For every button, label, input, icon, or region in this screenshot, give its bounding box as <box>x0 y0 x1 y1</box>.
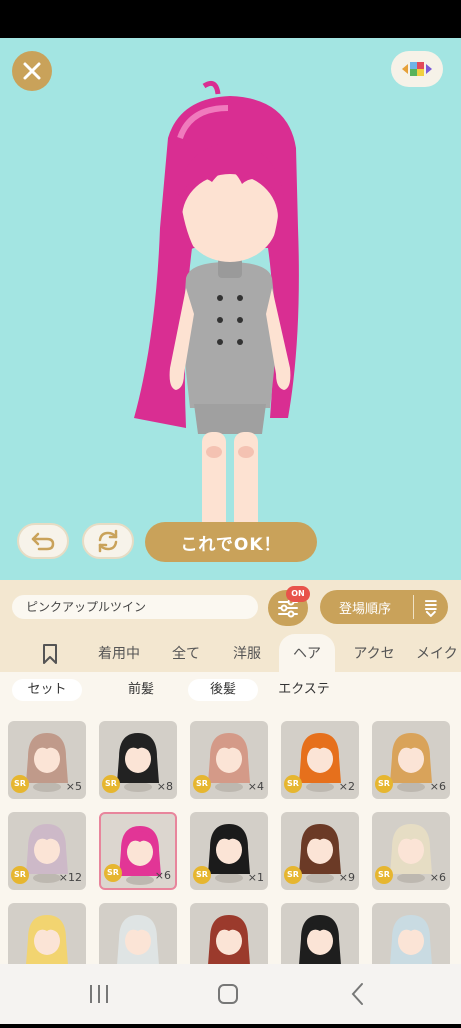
hair-item-card[interactable]: SR ×9 <box>281 812 359 890</box>
item-count: ×8 <box>156 780 173 793</box>
bookmark-icon <box>43 644 57 664</box>
back-icon[interactable] <box>351 983 363 1005</box>
hair-item-card[interactable]: SR ×4 <box>190 721 268 799</box>
category-tabs: 着用中 全て 洋服 ヘア アクセ メイク <box>0 634 461 672</box>
tab-wearing[interactable]: 着用中 <box>88 634 150 672</box>
recent-apps-icon[interactable] <box>90 985 108 1003</box>
close-button[interactable] <box>12 51 52 91</box>
filter-on-badge: ON <box>286 586 310 602</box>
tab-clothes[interactable]: 洋服 <box>220 634 274 672</box>
reset-button[interactable] <box>82 523 134 559</box>
hair-item-card[interactable] <box>8 903 86 964</box>
palette-icon <box>402 62 432 76</box>
item-count: ×12 <box>58 871 82 884</box>
rarity-badge: SR <box>284 775 302 793</box>
rarity-badge: SR <box>11 866 29 884</box>
item-count: ×5 <box>65 780 82 793</box>
item-count: ×2 <box>338 780 355 793</box>
confirm-ok-button[interactable]: これでOK！ <box>145 522 317 562</box>
rarity-badge: SR <box>11 775 29 793</box>
rarity-badge: SR <box>193 866 211 884</box>
rarity-badge: SR <box>284 866 302 884</box>
home-icon[interactable] <box>218 984 238 1004</box>
item-count: ×1 <box>247 871 264 884</box>
color-palette-button[interactable] <box>391 51 443 87</box>
refresh-icon <box>98 529 118 553</box>
rarity-badge: SR <box>193 775 211 793</box>
costume-name-field: ピンクアップルツイン <box>12 595 258 619</box>
rarity-badge: SR <box>102 775 120 793</box>
undo-button[interactable] <box>17 523 69 559</box>
rarity-badge: SR <box>375 775 393 793</box>
tab-makeup[interactable]: メイク <box>416 634 461 672</box>
sort-order-label: 登場順序 <box>339 601 392 617</box>
hair-item-card[interactable]: SR ×6 <box>99 812 177 890</box>
hair-subtabs: セット 前髪 後髪 エクステ <box>0 672 461 708</box>
nav-icons <box>90 983 363 1005</box>
tab-all[interactable]: 全て <box>160 634 212 672</box>
tab-hair[interactable]: ヘア <box>279 634 335 672</box>
hair-thumbnail <box>117 915 159 964</box>
item-count: ×6 <box>429 871 446 884</box>
sort-order-button[interactable]: 登場順序 <box>320 590 448 624</box>
hair-thumbnail <box>208 915 250 964</box>
hair-item-card[interactable]: SR ×12 <box>8 812 86 890</box>
hair-item-card[interactable]: SR ×5 <box>8 721 86 799</box>
item-grid: SR ×5 SR ×8 SR ×4 SR ×2 SR ×6 SR ×12 SR ×6 SR ×1 SR ×9 SR ×… <box>0 708 461 964</box>
undo-icon <box>31 532 55 551</box>
item-count: ×6 <box>154 869 171 882</box>
rarity-badge: SR <box>104 864 122 882</box>
android-nav-bar <box>0 964 461 1024</box>
item-count: ×9 <box>338 871 355 884</box>
subtab-back-hair[interactable]: 後髪 <box>188 679 258 701</box>
item-count: ×4 <box>247 780 264 793</box>
rarity-badge: SR <box>375 866 393 884</box>
avatar-figure <box>134 80 299 549</box>
avatar-stage: これでOK！ <box>0 38 461 580</box>
item-count: ×6 <box>429 780 446 793</box>
sort-icon <box>425 600 438 617</box>
subtab-extensions[interactable]: エクステ <box>268 679 340 701</box>
hair-thumbnail <box>299 915 341 964</box>
hair-item-card[interactable] <box>372 903 450 964</box>
hair-item-card[interactable]: SR ×6 <box>372 721 450 799</box>
hair-item-card[interactable]: SR ×1 <box>190 812 268 890</box>
subtab-bangs[interactable]: 前髪 <box>108 679 174 701</box>
subtab-set[interactable]: セット <box>12 679 82 701</box>
tab-accessories[interactable]: アクセ <box>342 634 406 672</box>
hair-item-card[interactable]: SR ×2 <box>281 721 359 799</box>
hair-item-card[interactable]: SR ×6 <box>372 812 450 890</box>
close-icon <box>23 62 41 80</box>
hair-item-card[interactable]: SR ×8 <box>99 721 177 799</box>
hair-item-card[interactable] <box>281 903 359 964</box>
tab-bookmark[interactable] <box>28 634 72 672</box>
status-bar <box>0 0 461 38</box>
hair-item-card[interactable] <box>99 903 177 964</box>
hair-thumbnail <box>390 915 432 964</box>
hair-thumbnail <box>26 915 68 964</box>
hair-item-card[interactable] <box>190 903 268 964</box>
